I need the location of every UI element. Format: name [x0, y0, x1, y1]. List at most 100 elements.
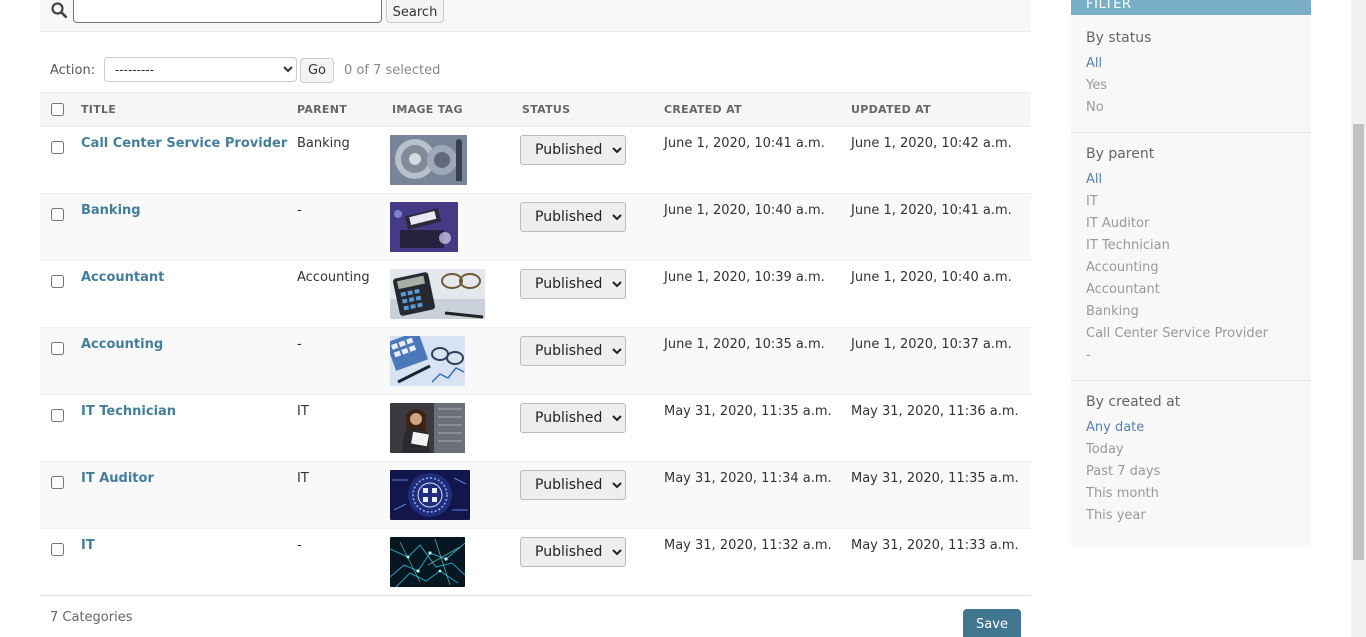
- filter-option[interactable]: IT Auditor: [1086, 216, 1311, 238]
- filter-by-parent: By parent All IT IT Auditor IT Technicia…: [1071, 133, 1311, 381]
- table-row: Banking - Published June 1, 2020, 10:40 …: [40, 193, 1031, 261]
- row-parent: IT: [295, 461, 390, 529]
- row-title-link[interactable]: IT Auditor: [81, 471, 154, 486]
- filter-option[interactable]: Banking: [1086, 304, 1311, 326]
- status-select[interactable]: Published: [520, 403, 626, 433]
- row-title-link[interactable]: Banking: [81, 203, 141, 218]
- select-all-checkbox[interactable]: [51, 102, 64, 116]
- filter-option[interactable]: This month: [1086, 486, 1311, 508]
- search-input[interactable]: [73, 0, 382, 23]
- filter-option[interactable]: Accountant: [1086, 282, 1311, 304]
- auditor-image: [390, 470, 470, 520]
- column-header-title[interactable]: TITLE: [79, 92, 295, 127]
- action-label: Action:: [50, 63, 96, 78]
- scrollbar-thumb[interactable]: [1353, 124, 1364, 560]
- row-checkbox[interactable]: [51, 342, 64, 355]
- table-row: IT Technician IT Published May 31, 2020,…: [40, 394, 1031, 462]
- column-header-parent[interactable]: PARENT: [295, 92, 390, 127]
- row-parent: IT: [295, 394, 390, 462]
- row-updated-at: June 1, 2020, 10:37 a.m.: [849, 327, 1031, 395]
- filter-by-status: By status All Yes No: [1071, 15, 1311, 133]
- vault-image: [390, 135, 467, 185]
- network-image: [390, 537, 465, 587]
- row-checkbox[interactable]: [51, 141, 64, 154]
- filter-option[interactable]: All: [1086, 56, 1311, 78]
- row-updated-at: May 31, 2020, 11:35 a.m.: [849, 461, 1031, 529]
- row-checkbox[interactable]: [51, 476, 64, 489]
- row-created-at: May 31, 2020, 11:34 a.m.: [662, 461, 849, 529]
- filter-option[interactable]: IT Technician: [1086, 238, 1311, 260]
- filter-title: By created at: [1086, 394, 1181, 410]
- table-row: Accountant Accounting Published June 1, …: [40, 260, 1031, 328]
- filter-option[interactable]: Call Center Service Provider: [1086, 326, 1311, 348]
- search-toolbar: Search: [40, 0, 1031, 32]
- page-scrollbar[interactable]: [1351, 0, 1366, 637]
- table-header-row: TITLE PARENT IMAGE TAG STATUS CREATED AT…: [40, 92, 1031, 127]
- table-row: IT - Published May 31, 2020, 11:32 a.m. …: [40, 528, 1031, 596]
- row-title-link[interactable]: IT: [81, 538, 95, 553]
- accounting-image: [390, 336, 465, 386]
- filter-title: By parent: [1086, 146, 1155, 162]
- filter-option[interactable]: IT: [1086, 194, 1311, 216]
- status-select[interactable]: Published: [520, 537, 626, 567]
- filter-sidebar: FILTER By status All Yes No By parent Al…: [1071, 0, 1311, 547]
- column-header-image-tag: IMAGE TAG: [390, 92, 520, 127]
- banking-image: [390, 202, 458, 252]
- filter-option[interactable]: Yes: [1086, 78, 1311, 100]
- status-select[interactable]: Published: [520, 470, 626, 500]
- filter-option[interactable]: Past 7 days: [1086, 464, 1311, 486]
- column-header-created-at[interactable]: CREATED AT: [662, 92, 849, 127]
- row-created-at: May 31, 2020, 11:32 a.m.: [662, 528, 849, 596]
- row-updated-at: May 31, 2020, 11:36 a.m.: [849, 394, 1031, 462]
- column-header-updated-at[interactable]: UPDATED AT: [849, 92, 1031, 127]
- row-created-at: June 1, 2020, 10:35 a.m.: [662, 327, 849, 395]
- table-row: Accounting - Published June 1, 2020, 10:…: [40, 327, 1031, 395]
- row-parent: -: [295, 528, 390, 596]
- row-parent: -: [295, 193, 390, 261]
- select-all-cell: [40, 92, 79, 127]
- search-icon: [51, 2, 67, 18]
- status-select[interactable]: Published: [520, 269, 626, 299]
- filter-option[interactable]: Any date: [1086, 420, 1311, 442]
- filter-option[interactable]: This year: [1086, 508, 1311, 530]
- save-button[interactable]: Save: [963, 609, 1021, 637]
- filter-option[interactable]: All: [1086, 172, 1311, 194]
- filter-by-created-at: By created at Any date Today Past 7 days…: [1071, 381, 1311, 540]
- filter-title: By status: [1086, 30, 1152, 46]
- go-button[interactable]: Go: [300, 58, 334, 83]
- calculator-image: [390, 269, 485, 319]
- search-button[interactable]: Search: [386, 0, 444, 23]
- row-created-at: May 31, 2020, 11:35 a.m.: [662, 394, 849, 462]
- row-updated-at: June 1, 2020, 10:40 a.m.: [849, 260, 1031, 328]
- action-select[interactable]: ---------: [104, 57, 297, 82]
- filter-option[interactable]: -: [1086, 348, 1311, 370]
- row-parent: -: [295, 327, 390, 395]
- selection-counter: 0 of 7 selected: [344, 63, 441, 78]
- result-list-table: TITLE PARENT IMAGE TAG STATUS CREATED AT…: [40, 92, 1031, 596]
- row-title-link[interactable]: Accountant: [81, 270, 164, 285]
- filter-option[interactable]: No: [1086, 100, 1311, 122]
- changelist-page: Search Action: --------- Go 0 of 7 selec…: [0, 0, 1366, 637]
- table-row: IT Auditor IT Published May 31, 2020, 11…: [40, 461, 1031, 529]
- table-row: Call Center Service Provider Banking Pub…: [40, 126, 1031, 194]
- row-title-link[interactable]: IT Technician: [81, 404, 176, 419]
- row-updated-at: May 31, 2020, 11:33 a.m.: [849, 528, 1031, 596]
- row-parent: Banking: [295, 126, 390, 194]
- status-select[interactable]: Published: [520, 202, 626, 232]
- row-checkbox[interactable]: [51, 275, 64, 288]
- row-checkbox[interactable]: [51, 543, 64, 556]
- status-select[interactable]: Published: [520, 135, 626, 165]
- column-header-status[interactable]: STATUS: [520, 92, 662, 127]
- status-select[interactable]: Published: [520, 336, 626, 366]
- row-updated-at: June 1, 2020, 10:42 a.m.: [849, 126, 1031, 194]
- result-count: 7 Categories: [50, 610, 133, 625]
- paginator: 7 Categories Save: [40, 595, 1031, 637]
- row-checkbox[interactable]: [51, 208, 64, 221]
- row-title-link[interactable]: Call Center Service Provider: [81, 136, 287, 151]
- filter-option[interactable]: Today: [1086, 442, 1311, 464]
- filter-option[interactable]: Accounting: [1086, 260, 1311, 282]
- row-created-at: June 1, 2020, 10:39 a.m.: [662, 260, 849, 328]
- row-checkbox[interactable]: [51, 409, 64, 422]
- row-title-link[interactable]: Accounting: [81, 337, 163, 352]
- row-parent: Accounting: [295, 260, 390, 328]
